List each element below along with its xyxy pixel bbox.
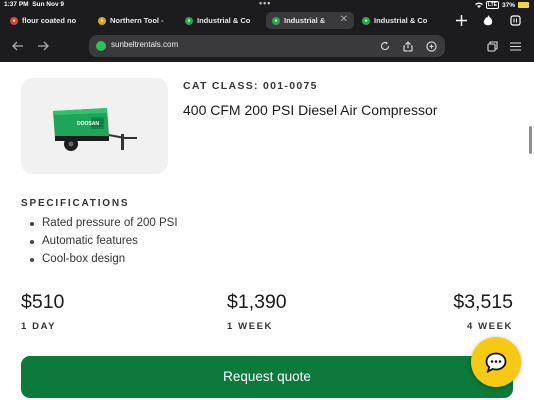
url-text: sunbeltrentals.com: [111, 40, 179, 49]
status-bar: 1:37 PM Sun Nov 9 ••• LTE 37%: [0, 0, 534, 10]
tabs-icon[interactable]: [485, 39, 499, 53]
reload-icon[interactable]: [379, 40, 391, 52]
tab-flour[interactable]: ● flour coated no: [4, 12, 89, 29]
specifications-list: Rated pressure of 200 PSI Automatic feat…: [21, 214, 178, 268]
forward-arrow-icon[interactable]: [36, 39, 50, 53]
menu-icon[interactable]: [508, 39, 522, 53]
chat-bubble-icon: [485, 352, 507, 373]
tab-label: Industrial &: [284, 16, 326, 25]
status-right: LTE 37%: [474, 1, 529, 9]
secure-shield-icon: [96, 41, 106, 51]
period-4-week: 4 WEEK: [466, 321, 513, 332]
browser-chrome: 1:37 PM Sun Nov 9 ••• LTE 37% ● flour co…: [0, 0, 534, 62]
tab-favicon-icon: ●: [98, 16, 106, 25]
tab-favicon-icon: ●: [362, 16, 370, 25]
tab-label: flour coated no: [22, 16, 77, 25]
tab-label: Industrial & Co: [374, 16, 428, 25]
cat-class-label: CAT CLASS: 001-0075: [183, 80, 318, 92]
tab-industrial-active[interactable]: ● Industrial & ✕: [266, 12, 354, 29]
back-arrow-icon[interactable]: [11, 39, 25, 53]
price-4-week: $3,515: [453, 291, 513, 313]
network-badge: LTE: [485, 1, 499, 9]
product-title: 400 CFM 200 PSI Diesel Air Compressor: [183, 102, 438, 118]
price-1-day: $510: [21, 291, 65, 313]
battery-percent: 37%: [501, 1, 515, 9]
product-page: DOOSAN CAT CLASS: 001-0075 400 CFM 200 P…: [0, 62, 534, 400]
tab-favicon-icon: ●: [185, 16, 193, 25]
product-image[interactable]: DOOSAN: [21, 78, 168, 174]
tab-industrial-3[interactable]: ● Industrial & Co: [356, 12, 440, 29]
price-1-week: $1,390: [227, 291, 287, 313]
tab-favicon-icon: ●: [272, 16, 280, 25]
spec-item: Automatic features: [21, 232, 178, 250]
multitask-dots[interactable]: •••: [259, 0, 271, 8]
tab-label: Industrial & Co: [197, 16, 251, 25]
new-tab-icon[interactable]: [454, 13, 468, 27]
scrollbar[interactable]: [529, 126, 532, 154]
tab-favicon-icon: ●: [10, 16, 18, 25]
tab-label: Northern Tool -: [110, 16, 164, 25]
flame-icon[interactable]: [481, 13, 495, 27]
tab-northern-tool[interactable]: ● Northern Tool -: [92, 12, 176, 29]
tab-industrial-1[interactable]: ● Industrial & Co: [179, 12, 263, 29]
chat-button[interactable]: [471, 337, 521, 387]
period-1-week: 1 WEEK: [227, 321, 274, 332]
tab-overview-icon[interactable]: [508, 13, 522, 27]
browser-toolbar: sunbeltrentals.com: [0, 33, 534, 60]
svg-text:DOOSAN: DOOSAN: [77, 121, 99, 127]
wifi-icon: [474, 2, 483, 8]
spec-item: Rated pressure of 200 PSI: [21, 214, 178, 232]
reader-icon[interactable]: [425, 40, 437, 52]
share-icon[interactable]: [402, 40, 414, 52]
spec-item: Cool-box design: [21, 250, 178, 268]
status-time: 1:37 PM Sun Nov 9: [4, 1, 64, 8]
air-compressor-image: DOOSAN: [53, 108, 137, 151]
battery-icon: [518, 2, 529, 8]
period-1-day: 1 DAY: [21, 321, 57, 332]
specifications-heading: SPECIFICATIONS: [21, 198, 130, 209]
request-quote-button[interactable]: Request quote: [21, 356, 513, 398]
tab-close-icon[interactable]: ✕: [340, 14, 348, 25]
address-bar[interactable]: sunbeltrentals.com: [89, 35, 445, 57]
